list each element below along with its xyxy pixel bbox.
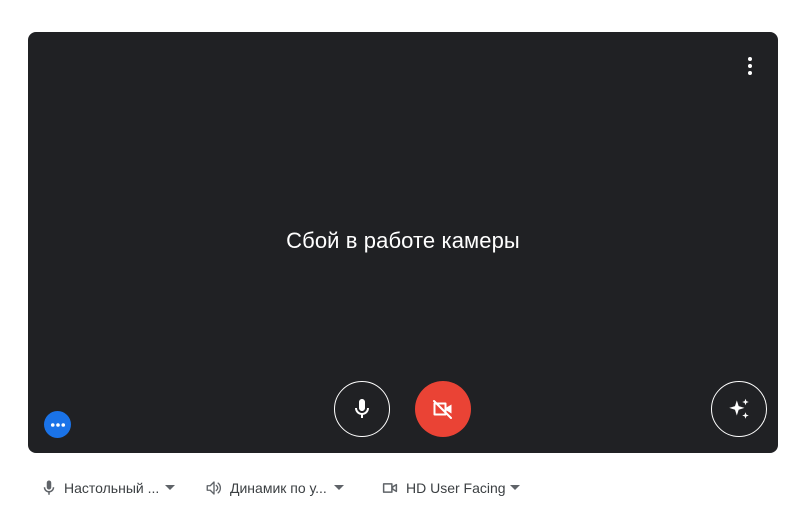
chevron-down-icon bbox=[331, 480, 347, 496]
camera-toggle-button[interactable] bbox=[415, 381, 471, 437]
sparkle-icon bbox=[729, 398, 749, 419]
device-selector-bar: Настольный ... Динамик по у... HD User F… bbox=[28, 470, 528, 506]
microphone-icon bbox=[355, 399, 369, 418]
videocam-icon bbox=[380, 478, 400, 498]
camera-select[interactable]: HD User Facing bbox=[368, 470, 528, 506]
visual-effects-button[interactable] bbox=[711, 381, 767, 437]
more-actions-button[interactable] bbox=[44, 411, 71, 438]
speaker-select-label: Динамик по у... bbox=[230, 480, 327, 496]
speaker-select[interactable]: Динамик по у... bbox=[192, 470, 364, 506]
chevron-down-icon bbox=[509, 480, 520, 496]
camera-select-label: HD User Facing bbox=[406, 480, 506, 496]
more-vert-icon bbox=[748, 57, 752, 75]
microphone-toggle-button[interactable] bbox=[334, 381, 390, 437]
chevron-down-icon bbox=[163, 480, 176, 496]
microphone-select-label: Настольный ... bbox=[64, 480, 160, 496]
videocam-off-icon bbox=[433, 400, 452, 419]
microphone-select[interactable]: Настольный ... bbox=[28, 470, 188, 506]
more-options-button[interactable] bbox=[736, 52, 764, 80]
camera-error-text: Сбой в работе камеры bbox=[286, 228, 520, 253]
video-preview: Сбой в работе камеры bbox=[28, 32, 778, 453]
more-horiz-icon bbox=[50, 422, 65, 427]
microphone-icon bbox=[40, 478, 58, 498]
speaker-icon bbox=[204, 478, 224, 498]
